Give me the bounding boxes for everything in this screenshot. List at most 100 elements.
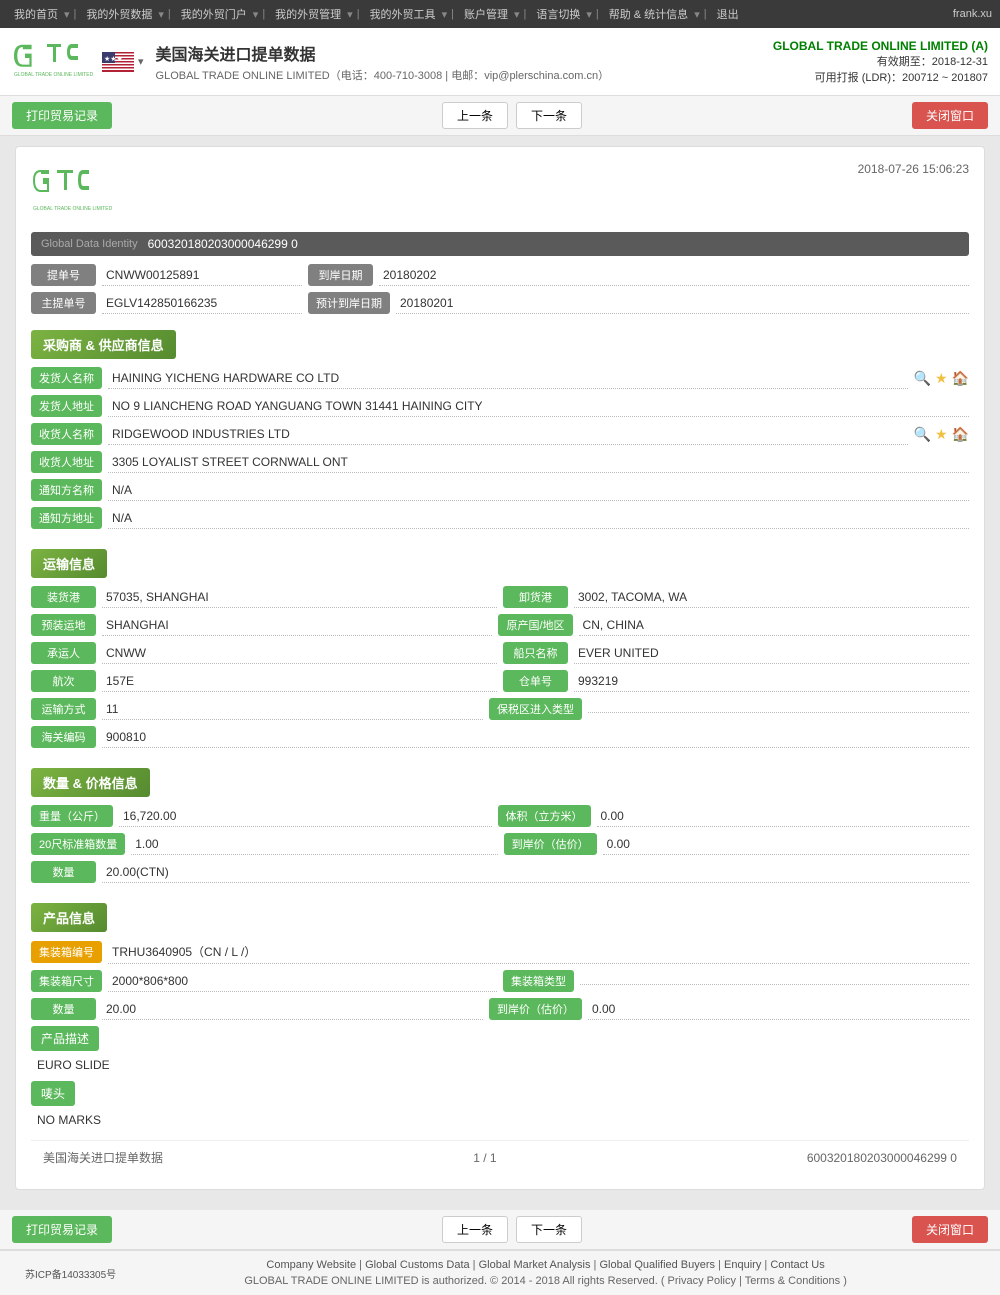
unload-port-value: 3002, TACOMA, WA <box>574 587 969 608</box>
consignee-addr-value: 3305 LOYALIST STREET CORNWALL ONT <box>108 452 969 473</box>
master-bill-label: 主提单号 <box>31 292 96 314</box>
title-area: 美国海关进口提单数据 GLOBAL TRADE ONLINE LIMITED（电… <box>156 41 773 83</box>
product-arrival-price-value: 0.00 <box>588 999 969 1020</box>
transport-section: 运输信息 装货港 57035, SHANGHAI 卸货港 3002, TACOM… <box>31 539 969 748</box>
star-icon[interactable]: ★ <box>935 370 948 387</box>
global-id-label: Global Data Identity <box>41 238 138 250</box>
product-qty-value: 20.00 <box>102 999 483 1020</box>
gto-logo: GLOBAL TRADE ONLINE LIMITED <box>12 34 102 89</box>
notify-name-value: N/A <box>108 480 969 501</box>
shipper-addr-value: NO 9 LIANCHENG ROAD YANGUANG TOWN 31441 … <box>108 396 969 417</box>
page-title: 美国海关进口提单数据 <box>156 41 773 65</box>
product-marks-label: 唛头 <box>31 1081 75 1106</box>
record-footer: 美国海关进口提单数据 1 / 1 600320180203000046299 0 <box>31 1140 969 1174</box>
print-button-bottom[interactable]: 打印贸易记录 <box>12 1216 112 1243</box>
quantity-section: 数量 & 价格信息 重量（公斤） 16,720.00 体积（立方米） 0.00 … <box>31 758 969 883</box>
master-bill-row: 主提单号 EGLV142850166235 预计到岸日期 20180201 <box>31 292 969 314</box>
record-timestamp: 2018-07-26 15:06:23 <box>858 162 969 176</box>
logo-area: GLOBAL TRADE ONLINE LIMITED <box>12 34 102 89</box>
shipper-name-value: HAINING YICHENG HARDWARE CO LTD <box>108 368 908 389</box>
close-button-top[interactable]: 关闭窗口 <box>912 102 988 129</box>
weight-row: 重量（公斤） 16,720.00 体积（立方米） 0.00 <box>31 805 969 827</box>
footer-links-area: Company Website | Global Customs Data | … <box>116 1259 975 1287</box>
footer-link-contact[interactable]: Contact Us <box>770 1259 824 1271</box>
bill-no-row: 提单号 CNWW00125891 到岸日期 20180202 <box>31 264 969 286</box>
container-no-value: TRHU3640905（CN / L /） <box>108 940 969 964</box>
nav-portal[interactable]: 我的外贸门户 <box>175 6 253 22</box>
nav-logout[interactable]: 退出 <box>711 6 745 22</box>
qty-value: 20.00(CTN) <box>102 862 969 883</box>
customs-code-value: 900810 <box>102 727 969 748</box>
next-button-top[interactable]: 下一条 <box>516 102 582 129</box>
notify-name-row: 通知方名称 N/A <box>31 479 969 501</box>
product-marks-section: 唛头 NO MARKS <box>31 1081 969 1130</box>
nav-management[interactable]: 我的外贸管理 <box>269 6 347 22</box>
container-size-value: 2000*806*800 <box>108 971 497 992</box>
company-info: GLOBAL TRADE ONLINE LIMITED (A) 有效期至：201… <box>773 39 988 85</box>
qty-label: 数量 <box>31 861 96 883</box>
product-desc-value: EURO SLIDE <box>31 1055 969 1075</box>
search-icon[interactable]: 🔍 <box>914 370 931 387</box>
quantity-section-header: 数量 & 价格信息 <box>31 768 150 797</box>
record-card: GLOBAL TRADE ONLINE LIMITED 2018-07-26 1… <box>15 146 985 1190</box>
notify-name-label: 通知方名称 <box>31 479 102 501</box>
master-bill-value: EGLV142850166235 <box>102 293 302 314</box>
product-desc-label: 产品描述 <box>31 1026 99 1051</box>
arrival-price-label: 到岸价（估价） <box>504 833 597 855</box>
next-button-bottom[interactable]: 下一条 <box>516 1216 582 1243</box>
prev-button-top[interactable]: 上一条 <box>442 102 508 129</box>
est-arrival-value: 20180201 <box>396 293 969 314</box>
supplier-section: 采购商 & 供应商信息 发货人名称 HAINING YICHENG HARDWA… <box>31 320 969 529</box>
load-place-row: 预装运地 SHANGHAI 原产国/地区 CN, CHINA <box>31 614 969 636</box>
main-content: GLOBAL TRADE ONLINE LIMITED 2018-07-26 1… <box>0 136 1000 1210</box>
nav-help[interactable]: 帮助 & 统计信息 <box>603 6 694 22</box>
footer-link-company[interactable]: Company Website <box>266 1259 356 1271</box>
container-no-row: 集装箱编号 TRHU3640905（CN / L /） <box>31 940 969 964</box>
transport-mode-row: 运输方式 11 保税区进入类型 <box>31 698 969 720</box>
star-icon-2[interactable]: ★ <box>935 426 948 443</box>
svg-text:GLOBAL TRADE ONLINE LIMITED: GLOBAL TRADE ONLINE LIMITED <box>14 72 94 78</box>
product-marks-value: NO MARKS <box>31 1110 969 1130</box>
top-navigation: 我的首页 ▾ | 我的外贸数据 ▾ | 我的外贸门户 ▾ | 我的外贸管理 ▾ … <box>0 0 1000 28</box>
product-qty-row: 数量 20.00 到岸价（估价） 0.00 <box>31 998 969 1020</box>
site-footer: 苏ICP备14033305号 Company Website | Global … <box>0 1250 1000 1295</box>
customs-code-label: 海关编码 <box>31 726 96 748</box>
load-place-value: SHANGHAI <box>102 615 492 636</box>
nav-tools[interactable]: 我的外贸工具 <box>364 6 442 22</box>
origin-country-value: CN, CHINA <box>579 615 969 636</box>
load-port-value: 57035, SHANGHAI <box>102 587 497 608</box>
nav-language[interactable]: 语言切换 <box>530 6 586 22</box>
weight-label: 重量（公斤） <box>31 805 113 827</box>
nav-account[interactable]: 账户管理 <box>458 6 514 22</box>
print-button-top[interactable]: 打印贸易记录 <box>12 102 112 129</box>
footer-link-market[interactable]: Global Market Analysis <box>479 1259 591 1271</box>
icp-number: 苏ICP备14033305号 <box>25 1266 116 1281</box>
footer-link-enquiry[interactable]: Enquiry <box>724 1259 761 1271</box>
product-section: 产品信息 集装箱编号 TRHU3640905（CN / L /） 集装箱尺寸 2… <box>31 893 969 1130</box>
arrival-price-value: 0.00 <box>603 834 969 855</box>
page-header: GLOBAL TRADE ONLINE LIMITED ★★★ ▾ 美国海关进口… <box>0 28 1000 96</box>
company-name: GLOBAL TRADE ONLINE LIMITED (A) <box>773 39 988 53</box>
footer-links: Company Website | Global Customs Data | … <box>116 1259 975 1271</box>
footer-link-customs[interactable]: Global Customs Data <box>365 1259 470 1271</box>
footer-link-buyers[interactable]: Global Qualified Buyers <box>599 1259 715 1271</box>
carrier-value: CNWW <box>102 643 497 664</box>
global-id-row: Global Data Identity 6003201802030000462… <box>31 232 969 256</box>
record-logo: GLOBAL TRADE ONLINE LIMITED <box>31 162 131 220</box>
home-icon-2[interactable]: 🏠 <box>952 426 969 443</box>
prev-button-bottom[interactable]: 上一条 <box>442 1216 508 1243</box>
unload-port-label: 卸货港 <box>503 586 568 608</box>
shipper-name-label: 发货人名称 <box>31 367 102 389</box>
bill-no-value: CNWW00125891 <box>102 265 302 286</box>
carrier-label: 承运人 <box>31 642 96 664</box>
nav-data-search[interactable]: 我的外贸数据 <box>80 6 158 22</box>
voyage-row: 航次 157E 仓单号 993219 <box>31 670 969 692</box>
shipper-icons: 🔍 ★ 🏠 <box>914 370 969 387</box>
nav-home[interactable]: 我的首页 <box>8 6 64 22</box>
home-icon[interactable]: 🏠 <box>952 370 969 387</box>
est-arrival-label: 预计到岸日期 <box>308 292 390 314</box>
flag-area: ★★★ ▾ <box>102 52 144 72</box>
consignee-addr-row: 收货人地址 3305 LOYALIST STREET CORNWALL ONT <box>31 451 969 473</box>
close-button-bottom[interactable]: 关闭窗口 <box>912 1216 988 1243</box>
search-icon-2[interactable]: 🔍 <box>914 426 931 443</box>
